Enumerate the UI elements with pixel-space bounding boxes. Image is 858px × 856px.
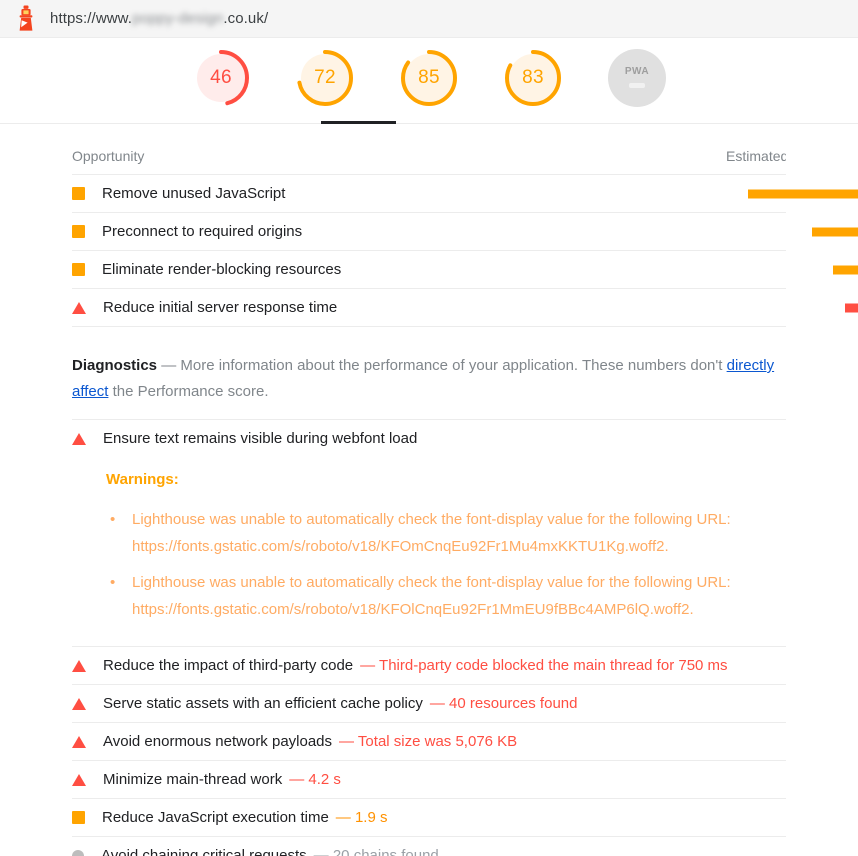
diagnostic-row[interactable]: Minimize main-thread work — 4.2 s	[72, 760, 786, 798]
diagnostic-row[interactable]: Serve static assets with an efficient ca…	[72, 684, 786, 722]
opportunity-table-header: Opportunity Estimated Savings	[72, 124, 786, 175]
url-suffix: .co.uk/	[223, 10, 268, 27]
triangle-fail-icon	[72, 774, 86, 786]
diagnostic-title: Avoid chaining critical requests	[101, 847, 307, 856]
estimated-savings-bar	[833, 265, 858, 274]
opportunity-row[interactable]: Preconnect to required origins	[72, 213, 786, 251]
active-tab-indicator	[321, 121, 396, 124]
triangle-fail-icon	[72, 660, 86, 672]
url-bar: https://www.poppy-design.co.uk/	[0, 0, 858, 38]
diagnostic-row[interactable]: Reduce the impact of third-party code — T…	[72, 646, 786, 684]
gauge-best-practices[interactable]: 85	[398, 47, 460, 109]
warnings-list: Lighthouse was unable to automatically c…	[106, 506, 786, 623]
gauge-pwa[interactable]: PWA	[606, 47, 668, 109]
diagnostic-detail: — 20 chains found	[314, 847, 439, 856]
diagnostic-row[interactable]: Avoid enormous network payloads — Total s…	[72, 722, 786, 760]
estimated-savings-bar	[845, 303, 858, 312]
diagnostic-title: Avoid enormous network payloads	[103, 733, 332, 750]
warning-item: Lighthouse was unable to automatically c…	[106, 569, 766, 623]
opportunity-label: Remove unused JavaScript	[102, 185, 285, 202]
diagnostic-detail: — 4.2 s	[289, 771, 341, 788]
diagnostic-row[interactable]: Reduce JavaScript execution time — 1.9 s	[72, 798, 786, 836]
diagnostic-title: Reduce the impact of third-party code	[103, 657, 353, 674]
opportunity-column-label: Opportunity	[72, 148, 144, 164]
diagnostic-row-webfont[interactable]: Ensure text remains visible during webfo…	[72, 419, 786, 457]
url-prefix: https://www.	[50, 10, 132, 27]
warnings-label: Warnings:	[106, 471, 786, 488]
opportunity-label: Preconnect to required origins	[102, 223, 302, 240]
triangle-fail-icon	[72, 302, 86, 314]
diagnostics-dash: —	[161, 357, 176, 374]
page-url[interactable]: https://www.poppy-design.co.uk/	[50, 10, 268, 27]
triangle-fail-icon	[72, 698, 86, 710]
gauge-label: PWA	[625, 66, 649, 77]
webfont-warnings: Warnings: Lighthouse was unable to autom…	[72, 457, 786, 646]
diagnostic-title: Serve static assets with an efficient ca…	[103, 695, 423, 712]
gauge-score: 85	[418, 67, 440, 89]
diagnostic-row[interactable]: Avoid chaining critical requests — 20 cha…	[72, 836, 786, 856]
opportunity-row[interactable]: Remove unused JavaScript	[72, 175, 786, 213]
lighthouse-icon	[14, 5, 38, 33]
gauge-score: 72	[314, 67, 336, 89]
diagnostic-detail: — Third-party code blocked the main thre…	[360, 657, 727, 674]
diagnostic-detail: — 40 resources found	[430, 695, 578, 712]
tab-rule	[0, 123, 858, 124]
opportunity-label: Reduce initial server response time	[103, 299, 337, 316]
square-average-icon	[72, 225, 85, 238]
opportunities-section: Opportunity Estimated Savings Remove unu…	[72, 124, 786, 327]
square-average-icon	[72, 263, 85, 276]
diagnostics-blurb-before: More information about the performance o…	[180, 357, 726, 374]
estimated-savings-bar	[748, 189, 858, 198]
opportunity-row[interactable]: Reduce initial server response time	[72, 289, 786, 327]
category-gauges: 46 72 85 83 PWA	[0, 38, 858, 124]
warning-item: Lighthouse was unable to automatically c…	[106, 506, 766, 560]
diagnostics-section: Diagnostics — More information about the…	[72, 327, 786, 856]
opportunity-label: Eliminate render-blocking resources	[102, 261, 341, 278]
gauge-accessibility[interactable]: 72	[294, 47, 356, 109]
circle-pass-icon	[72, 850, 84, 856]
estimated-savings-column-label: Estimated Savings	[726, 148, 786, 164]
gauge-score: 46	[210, 67, 232, 89]
triangle-fail-icon	[72, 736, 86, 748]
gauge-performance[interactable]: 46	[190, 47, 252, 109]
diagnostics-blurb-after: the Performance score.	[108, 383, 268, 400]
diagnostics-description: Diagnostics — More information about the…	[72, 327, 786, 419]
estimated-savings-bar	[812, 227, 858, 236]
diagnostic-detail: — Total size was 5,076 KB	[339, 733, 517, 750]
report-body: Opportunity Estimated Savings Remove unu…	[0, 124, 858, 856]
opportunity-row[interactable]: Eliminate render-blocking resources	[72, 251, 786, 289]
square-average-icon	[72, 811, 85, 824]
diagnostic-title: Reduce JavaScript execution time	[102, 809, 329, 826]
gauge-seo[interactable]: 83	[502, 47, 564, 109]
diagnostics-title: Diagnostics	[72, 357, 157, 374]
diagnostic-title: Minimize main-thread work	[103, 771, 282, 788]
diagnostic-detail: — 1.9 s	[336, 809, 388, 826]
square-average-icon	[72, 187, 85, 200]
diagnostic-title: Ensure text remains visible during webfo…	[103, 430, 417, 447]
gauge-dash-icon	[629, 83, 645, 88]
gauge-score: 83	[522, 67, 544, 89]
url-redacted-domain: poppy-design	[132, 10, 223, 27]
triangle-fail-icon	[72, 433, 86, 445]
